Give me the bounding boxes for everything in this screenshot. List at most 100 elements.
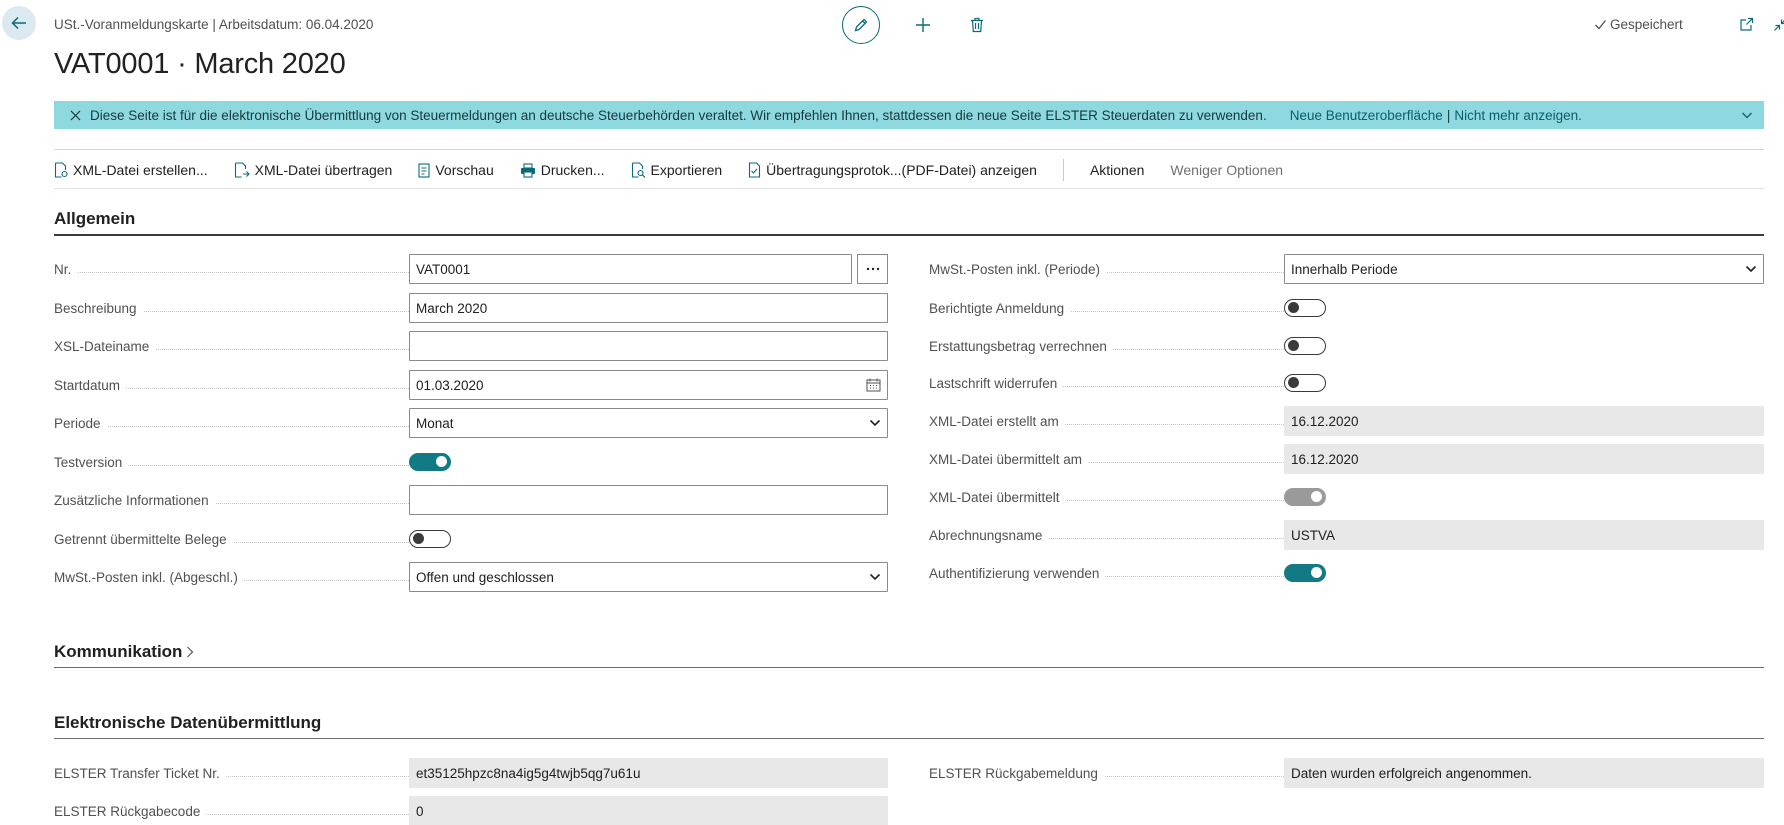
export-label: Exportieren bbox=[650, 162, 723, 178]
no-label: Nr. bbox=[54, 261, 409, 277]
vat-closed-select[interactable]: Offen und geschlossen bbox=[409, 562, 888, 592]
record-actions bbox=[842, 6, 996, 44]
additional-info-input[interactable] bbox=[409, 485, 888, 515]
field-xml-sent: XML-Datei übermittelt bbox=[929, 482, 1326, 512]
xml-sent-at-value: 16.12.2020 bbox=[1284, 444, 1764, 474]
xml-sent-label: XML-Datei übermittelt bbox=[929, 489, 1284, 505]
field-xsl: XSL-Dateiname bbox=[54, 331, 888, 361]
pencil-icon bbox=[854, 18, 868, 32]
ellipsis-icon bbox=[866, 267, 879, 271]
description-input[interactable]: March 2020 bbox=[409, 293, 888, 323]
refund-toggle[interactable] bbox=[1284, 337, 1326, 355]
dont-show-again-link[interactable]: Nicht mehr anzeigen. bbox=[1454, 108, 1582, 123]
new-ui-link[interactable]: Neue Benutzeroberfläche bbox=[1290, 108, 1443, 123]
actions-menu-label: Aktionen bbox=[1089, 162, 1145, 178]
export-button[interactable]: Exportieren bbox=[631, 162, 723, 178]
corrected-label: Berichtigte Anmeldung bbox=[929, 300, 1284, 316]
start-date-input[interactable]: 01.03.2020 bbox=[409, 370, 888, 400]
open-new-window-icon[interactable] bbox=[1736, 14, 1756, 34]
preview-button[interactable]: Vorschau bbox=[418, 162, 494, 178]
banner-message: Diese Seite ist für die elektronische Üb… bbox=[90, 107, 1267, 123]
period-value: Monat bbox=[416, 415, 454, 431]
edit-button[interactable] bbox=[842, 6, 880, 44]
printer-icon bbox=[520, 162, 535, 178]
actionbar-divider-top bbox=[54, 149, 1764, 150]
transmit-xml-label: XML-Datei übertragen bbox=[254, 162, 393, 178]
start-date-value: 01.03.2020 bbox=[416, 377, 484, 393]
create-xml-label: XML-Datei erstellen... bbox=[73, 162, 208, 178]
section-electronic-title[interactable]: Elektronische Datenübermittlung bbox=[54, 713, 321, 733]
chevron-right-icon bbox=[187, 646, 194, 658]
vat-closed-value: Offen und geschlossen bbox=[416, 569, 554, 585]
return-message-label: ELSTER Rückgabemeldung bbox=[929, 765, 1284, 781]
transmit-xml-button[interactable]: XML-Datei übertragen bbox=[234, 162, 393, 178]
create-xml-button[interactable]: XML-Datei erstellen... bbox=[54, 162, 208, 178]
section-general-title[interactable]: Allgemein bbox=[54, 209, 135, 229]
billing-name-value: USTVA bbox=[1284, 520, 1764, 550]
billing-name-label: Abrechnungsname bbox=[929, 527, 1284, 543]
action-bar: XML-Datei erstellen... XML-Datei übertra… bbox=[54, 159, 1309, 181]
field-ticket: ELSTER Transfer Ticket Nr. et35125hpzc8n… bbox=[54, 758, 888, 788]
description-label: Beschreibung bbox=[54, 300, 409, 316]
action-divider bbox=[1062, 159, 1064, 181]
xsl-input[interactable] bbox=[409, 331, 888, 361]
no-input[interactable]: VAT0001 bbox=[409, 254, 852, 284]
delete-button[interactable] bbox=[958, 6, 996, 44]
show-protocol-label: Übertragungsprotok...(PDF-Datei) anzeige… bbox=[766, 162, 1037, 178]
chevron-down-icon[interactable] bbox=[1740, 108, 1754, 122]
arrow-left-icon bbox=[11, 16, 26, 30]
print-button[interactable]: Drucken... bbox=[520, 162, 605, 178]
separate-docs-toggle[interactable] bbox=[409, 530, 451, 548]
field-vat-closed: MwSt.-Posten inkl. (Abgeschl.) Offen und… bbox=[54, 562, 888, 592]
authentication-toggle[interactable] bbox=[1284, 564, 1326, 582]
vat-period-value: Innerhalb Periode bbox=[1291, 261, 1398, 277]
collapse-icon[interactable] bbox=[1770, 14, 1784, 34]
return-message-value: Daten wurden erfolgreich angenommen. bbox=[1284, 758, 1764, 788]
back-button[interactable] bbox=[2, 6, 36, 40]
fewer-options-label: Weniger Optionen bbox=[1170, 162, 1284, 178]
xml-sent-at-label: XML-Datei übermittelt am bbox=[929, 451, 1284, 467]
separate-docs-label: Getrennt übermittelte Belege bbox=[54, 531, 409, 547]
preview-label: Vorschau bbox=[435, 162, 494, 178]
document-check-icon bbox=[749, 162, 761, 178]
field-return-code: ELSTER Rückgabecode 0 bbox=[54, 796, 888, 825]
plus-icon bbox=[916, 18, 930, 32]
document-gear-icon bbox=[54, 162, 68, 178]
xml-created-value: 16.12.2020 bbox=[1284, 406, 1764, 436]
save-status-label: Gespeichert bbox=[1610, 17, 1683, 32]
refund-label: Erstattungsbetrag verrechnen bbox=[929, 338, 1284, 354]
preview-icon bbox=[418, 162, 430, 178]
new-button[interactable] bbox=[904, 6, 942, 44]
document-send-icon bbox=[234, 162, 250, 178]
top-bar: USt.-Voranmeldungskarte | Arbeitsdatum: … bbox=[0, 0, 1784, 50]
chevron-down-icon bbox=[869, 419, 881, 427]
period-select[interactable]: Monat bbox=[409, 408, 888, 438]
section-communication-title[interactable]: Kommunikation bbox=[54, 642, 195, 662]
save-status: Gespeichert bbox=[1594, 17, 1683, 32]
field-billing-name: Abrechnungsname USTVA bbox=[929, 520, 1764, 550]
xsl-label: XSL-Dateiname bbox=[54, 338, 409, 354]
no-assist-button[interactable] bbox=[857, 254, 888, 284]
print-label: Drucken... bbox=[540, 162, 605, 178]
field-description: Beschreibung March 2020 bbox=[54, 293, 888, 323]
corrected-toggle[interactable] bbox=[1284, 299, 1326, 317]
calendar-icon bbox=[866, 378, 881, 392]
vat-period-select[interactable]: Innerhalb Periode bbox=[1284, 254, 1764, 284]
checkmark-icon bbox=[1595, 20, 1607, 30]
field-test-version: Testversion bbox=[54, 447, 451, 477]
field-start-date: Startdatum 01.03.2020 bbox=[54, 370, 888, 400]
field-vat-period: MwSt.-Posten inkl. (Periode) Innerhalb P… bbox=[929, 254, 1764, 284]
xml-sent-toggle bbox=[1284, 488, 1326, 506]
start-date-label: Startdatum bbox=[54, 377, 409, 393]
field-corrected: Berichtigte Anmeldung bbox=[929, 293, 1326, 323]
return-code-label: ELSTER Rückgabecode bbox=[54, 803, 409, 819]
actions-menu-button[interactable]: Aktionen bbox=[1090, 162, 1144, 178]
debit-revoke-toggle[interactable] bbox=[1284, 374, 1326, 392]
xml-created-label: XML-Datei erstellt am bbox=[929, 413, 1284, 429]
fewer-options-button[interactable]: Weniger Optionen bbox=[1170, 162, 1283, 178]
show-protocol-button[interactable]: Übertragungsprotok...(PDF-Datei) anzeige… bbox=[748, 162, 1037, 178]
additional-info-label: Zusätzliche Informationen bbox=[54, 492, 409, 508]
test-version-toggle[interactable] bbox=[409, 453, 451, 471]
close-icon[interactable] bbox=[68, 108, 82, 122]
document-search-icon bbox=[631, 162, 645, 178]
